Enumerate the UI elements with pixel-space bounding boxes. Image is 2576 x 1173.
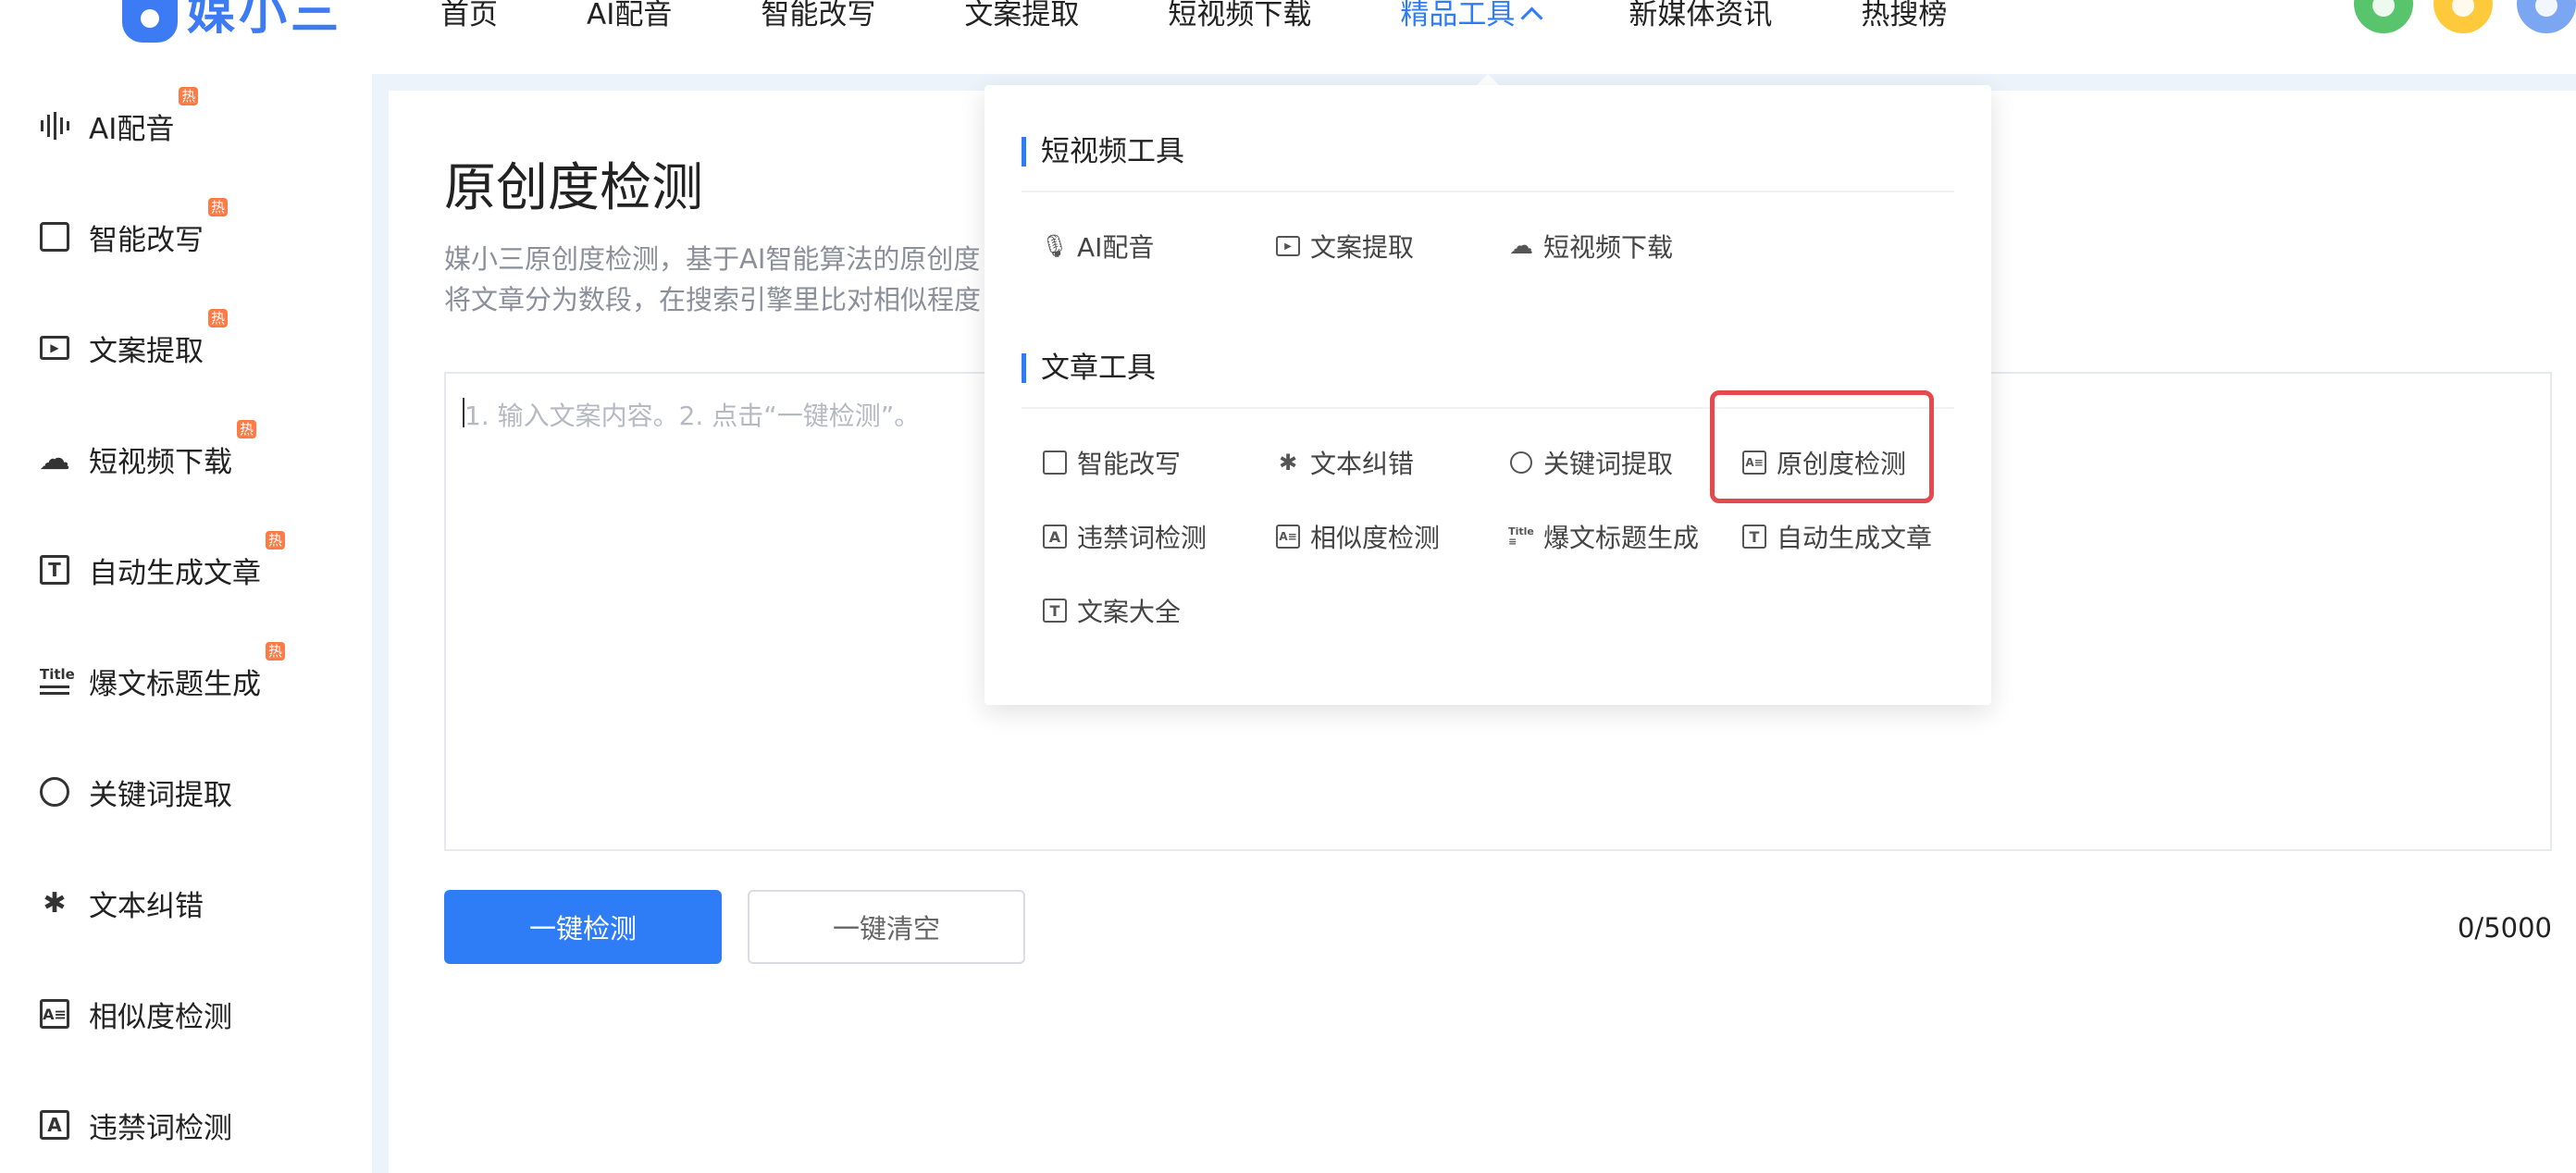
title-icon: Title ≡ <box>1508 525 1534 548</box>
dropdown-item-similarity-check[interactable]: A≡ 相似度检测 <box>1275 516 1440 557</box>
nav-item-smart-rewrite[interactable]: 智能改写 <box>761 0 875 37</box>
hot-badge: 热 <box>236 419 256 438</box>
dropdown-item-label: 自动生成文章 <box>1777 523 1933 553</box>
sidebar-item-label: 智能改写热 <box>89 197 228 258</box>
text-box-icon: T <box>1042 598 1068 624</box>
sidebar-item-label: 关键词提取 <box>89 778 232 812</box>
sidebar-item-label: AI配音热 <box>89 86 199 147</box>
image-text-icon: A≡ <box>37 996 72 1031</box>
dropdown-item-keyword-extract[interactable]: 关键词提取 <box>1508 442 1673 483</box>
sidebar-item-auto-article[interactable]: T 自动生成文章热 <box>37 530 285 598</box>
nav-item-copy-extract[interactable]: 文案提取 <box>964 0 1079 37</box>
sidebar-item-ai-dubbing[interactable]: AI配音热 <box>37 86 199 154</box>
avatar[interactable] <box>2517 0 2576 33</box>
user-tools <box>2354 0 2576 39</box>
sidebar-item-label: 相似度检测 <box>89 1000 232 1034</box>
edit-icon <box>1042 450 1068 475</box>
sidebar-item-headline-generator[interactable]: Title 爆文标题生成热 <box>37 641 285 709</box>
dropdown-item-copy-extract[interactable]: ▶ 文案提取 <box>1275 226 1414 266</box>
dropdown-item-label: 智能改写 <box>1077 449 1182 479</box>
hot-badge: 热 <box>207 308 228 327</box>
dropdown-item-headline-generator[interactable]: Title ≡ 爆文标题生成 <box>1508 516 1699 557</box>
dropdown-item-label: 相似度检测 <box>1310 523 1441 553</box>
hot-badge: 热 <box>265 641 285 661</box>
sidebar-item-keyword-extract[interactable]: 关键词提取 <box>37 764 232 820</box>
hot-badge: 热 <box>265 530 285 549</box>
sidebar-item-similarity-check[interactable]: A≡ 相似度检测 <box>37 986 232 1042</box>
dropdown-item-label: 文案大全 <box>1077 597 1182 627</box>
sidebar-item-copy-extract[interactable]: ▶ 文案提取热 <box>37 308 228 376</box>
main-nav: 首页 AI配音 智能改写 文案提取 短视频下载 精品工具 新媒体资讯 热搜榜 <box>440 0 2036 37</box>
microphone-icon: 🎙 <box>1040 233 1070 259</box>
image-text-icon: A≡ <box>1275 524 1301 549</box>
detect-button[interactable]: 一键检测 <box>444 890 722 964</box>
bug-icon: ✱ <box>43 886 67 920</box>
sidebar-item-text-correction[interactable]: ✱ 文本纠错 <box>37 875 204 931</box>
dropdown-item-auto-article[interactable]: T 自动生成文章 <box>1741 516 1932 557</box>
text-box-icon: T <box>37 552 72 587</box>
sidebar-item-label: 自动生成文章热 <box>89 530 285 591</box>
sidebar-item-video-download[interactable]: ☁ 短视频下载热 <box>37 419 256 487</box>
dropdown-section-title: 文章工具 <box>1022 353 1156 383</box>
dropdown-item-copy-library[interactable]: T 文案大全 <box>1042 590 1181 631</box>
video-icon: ▶ <box>1275 233 1301 259</box>
nav-item-home[interactable]: 首页 <box>440 0 498 37</box>
logo[interactable]: 媒小三 <box>122 0 342 46</box>
logo-text: 媒小三 <box>187 0 343 41</box>
nav-item-hot-list[interactable]: 热搜榜 <box>1861 0 1947 37</box>
video-icon: ▶ <box>37 330 72 365</box>
sidebar-item-label: 短视频下载热 <box>89 419 256 480</box>
target-icon <box>37 774 72 809</box>
hot-badge: 热 <box>207 197 228 216</box>
dropdown-arrow <box>1477 74 1499 85</box>
letter-a-icon: A <box>1042 524 1068 549</box>
nav-item-news[interactable]: 新媒体资讯 <box>1629 0 1772 37</box>
target-icon <box>1508 450 1534 475</box>
character-counter: 0/5000 <box>2457 912 2552 944</box>
edit-icon <box>37 219 72 254</box>
dropdown-divider <box>1022 191 1954 192</box>
bell-icon[interactable] <box>2354 0 2413 33</box>
dropdown-item-label: 关键词提取 <box>1543 449 1674 479</box>
dropdown-item-label: 文本纠错 <box>1310 449 1415 479</box>
page-title: 原创度检测 <box>444 158 703 218</box>
nav-item-premium-tools[interactable]: 精品工具 <box>1400 0 1543 37</box>
sidebar-item-label: 文案提取热 <box>89 308 228 369</box>
sidebar-item-label: 爆文标题生成热 <box>89 641 285 702</box>
dropdown-item-label: 违禁词检测 <box>1077 523 1208 553</box>
dropdown-item-ai-dubbing[interactable]: 🎙 AI配音 <box>1040 226 1155 266</box>
sidebar-item-label: 文本纠错 <box>89 889 204 923</box>
sidebar-item-label: 违禁词检测 <box>89 1111 232 1145</box>
sidebar-item-banned-words[interactable]: A 违禁词检测 <box>37 1097 232 1153</box>
nav-item-video-download[interactable]: 短视频下载 <box>1168 0 1311 37</box>
highlight-frame <box>1710 390 1934 503</box>
bug-icon: ✱ <box>1278 450 1298 475</box>
text-box-icon: T <box>1741 524 1767 549</box>
sidebar-item-smart-rewrite[interactable]: 智能改写热 <box>37 197 228 265</box>
dropdown-item-text-correction[interactable]: ✱ 文本纠错 <box>1275 442 1414 483</box>
crown-icon[interactable] <box>2434 0 2493 33</box>
dropdown-section-title: 短视频工具 <box>1022 137 1184 167</box>
dropdown-item-smart-rewrite[interactable]: 智能改写 <box>1042 442 1181 483</box>
clear-button[interactable]: 一键清空 <box>748 890 1025 964</box>
sidebar: AI配音热 智能改写热 ▶ 文案提取热 ☁ 短视频下载热 T 自动生成文章热 T… <box>0 74 372 1173</box>
cloud-download-icon: ☁ <box>1509 232 1533 260</box>
nav-item-ai-dubbing[interactable]: AI配音 <box>587 0 672 37</box>
nav-item-premium-tools-label: 精品工具 <box>1400 0 1516 31</box>
logo-mark-icon <box>122 0 178 43</box>
dropdown-item-label: 文案提取 <box>1310 232 1415 263</box>
dropdown-item-label: AI配音 <box>1077 232 1155 263</box>
dropdown-item-label: 短视频下载 <box>1543 232 1674 263</box>
text-input-placeholder: 1. 输入文案内容。2. 点击“一键检测”。 <box>464 401 921 431</box>
cloud-download-icon: ☁ <box>39 440 70 477</box>
top-navigation-bar: 媒小三 首页 AI配音 智能改写 文案提取 短视频下载 精品工具 新媒体资讯 热… <box>0 0 2576 74</box>
title-icon: Title <box>37 663 75 698</box>
dropdown-item-video-download[interactable]: ☁ 短视频下载 <box>1508 226 1673 266</box>
chevron-up-icon <box>1520 6 1543 30</box>
waveform-icon <box>37 108 72 143</box>
letter-a-icon: A <box>37 1107 72 1142</box>
hot-badge: 热 <box>179 86 199 105</box>
dropdown-item-banned-words[interactable]: A 违禁词检测 <box>1042 516 1207 557</box>
dropdown-item-label: 爆文标题生成 <box>1543 523 1700 553</box>
